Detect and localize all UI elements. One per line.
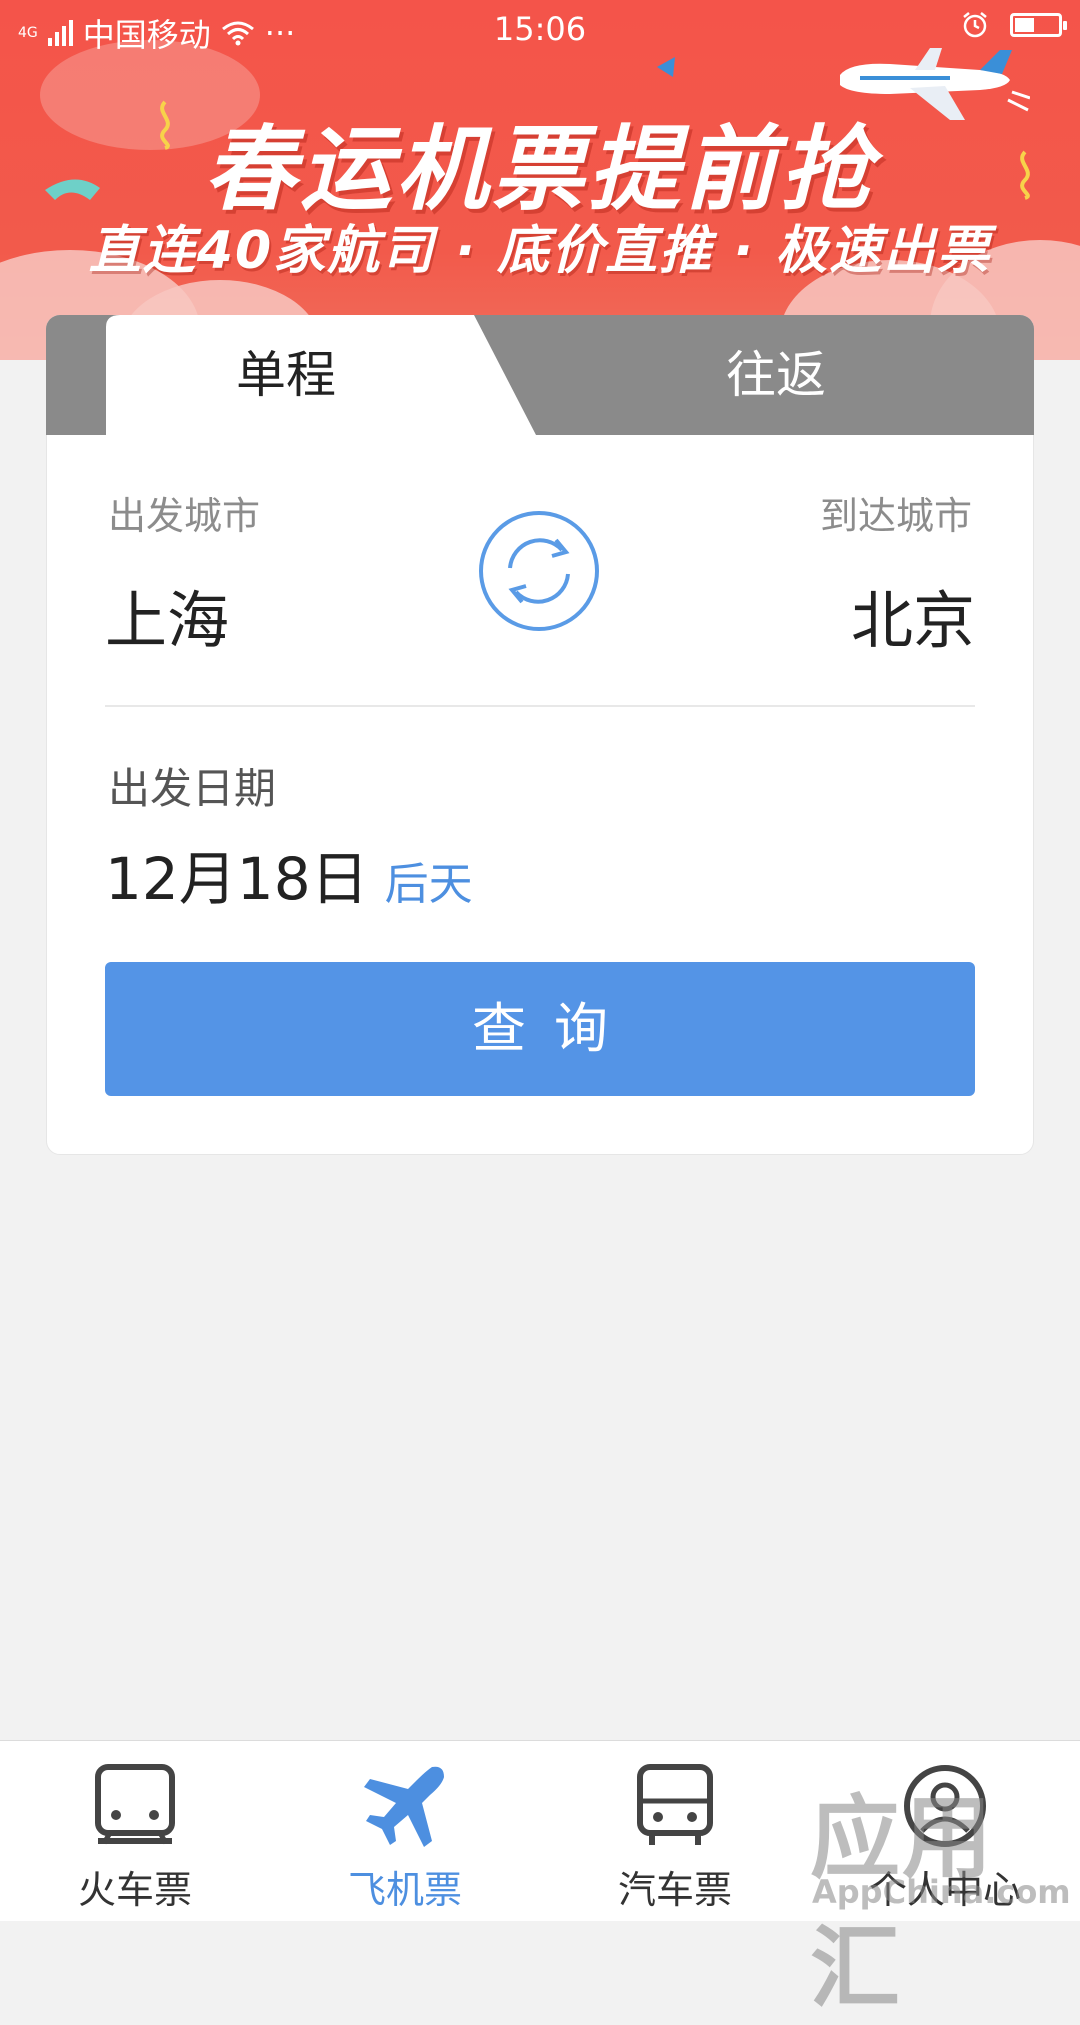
nav-label-train: 火车票 — [77, 1868, 192, 1912]
departure-date[interactable]: 12月18日 后天 — [105, 832, 473, 916]
watermark: 应用汇 AppChina.com — [800, 1755, 1071, 2021]
tab-one-way[interactable]: 单程 — [106, 315, 466, 435]
arrival-city[interactable]: 北京 — [851, 570, 975, 660]
departure-city[interactable]: 上海 — [105, 570, 229, 660]
banner-subtitle: 直连40家航司 · 底价直推 · 极速出票 — [88, 221, 992, 281]
date-label: 出发日期 — [108, 764, 277, 813]
watermark-subtext: AppChina.com — [812, 1873, 1071, 1911]
swap-cities-icon[interactable] — [478, 510, 600, 632]
tab-round-trip[interactable]: 往返 — [566, 315, 986, 435]
search-button[interactable]: 查询 — [105, 962, 975, 1096]
plane-icon — [364, 1766, 444, 1847]
train-icon — [95, 1764, 175, 1845]
status-right — [960, 10, 1067, 40]
bus-icon — [637, 1764, 713, 1845]
nav-item-bus[interactable]: 汽车票 — [540, 1741, 810, 1921]
date-value: 12月18日 — [105, 845, 369, 913]
nav-label-bus: 汽车票 — [617, 1868, 732, 1912]
divider — [105, 705, 975, 707]
nav-label-flight: 飞机票 — [347, 1868, 462, 1912]
trip-type-tabs: 单程 往返 — [46, 315, 1034, 435]
departure-label: 出发城市 — [108, 494, 261, 538]
nav-item-train[interactable]: 火车票 — [0, 1741, 270, 1921]
battery-icon — [1010, 13, 1067, 37]
nav-item-flight[interactable]: 飞机票 — [270, 1741, 540, 1921]
clock: 15:06 — [493, 10, 587, 48]
arrival-label: 到达城市 — [819, 494, 972, 538]
status-bar: 4G 中国移动 ··· 15:06 — [0, 0, 1080, 60]
date-relative: 后天 — [384, 859, 473, 910]
alarm-icon — [963, 12, 987, 38]
